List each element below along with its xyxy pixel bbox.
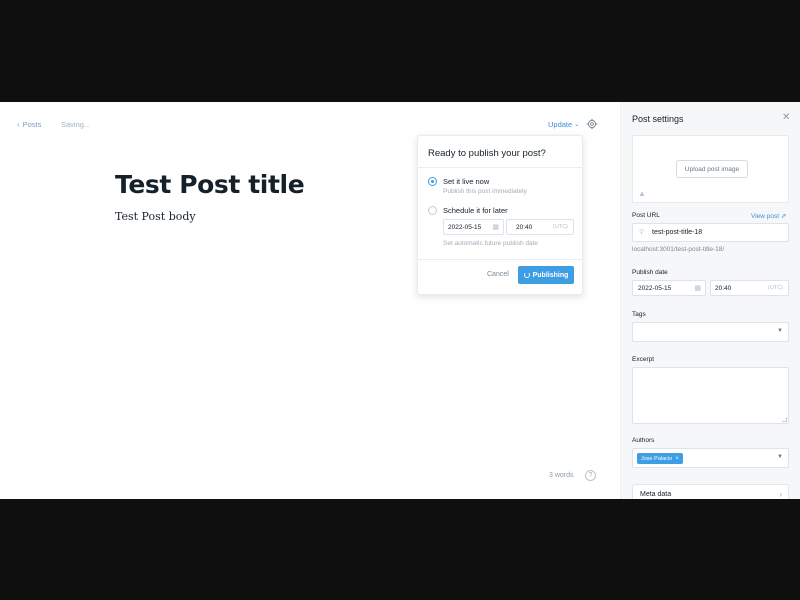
- image-icon[interactable]: ▲: [638, 189, 646, 198]
- publish-time-value: 20:40: [715, 285, 732, 292]
- publish-menu-title: Ready to publish your post?: [428, 148, 546, 159]
- post-title[interactable]: Test Post title: [115, 170, 305, 199]
- post-url-label: Post URL: [632, 212, 660, 219]
- view-post-link[interactable]: View post ⇗: [751, 212, 786, 220]
- authors-label: Authors: [632, 437, 655, 444]
- sidebar-title: Post settings: [632, 114, 684, 124]
- update-button-label: Update: [548, 120, 573, 129]
- letterbox-top: [0, 0, 800, 102]
- tags-label: Tags: [632, 311, 646, 318]
- save-status: Saving...: [61, 120, 91, 129]
- excerpt-textarea[interactable]: [632, 367, 789, 424]
- divider: [418, 167, 582, 168]
- meta-data-row[interactable]: Meta data ›: [632, 484, 789, 499]
- option-later-label[interactable]: Schedule it for later: [443, 206, 508, 215]
- radio-set-live-now[interactable]: [428, 177, 437, 186]
- tags-select[interactable]: ▼: [632, 322, 789, 342]
- letterbox-bottom: [0, 499, 800, 600]
- excerpt-label: Excerpt: [632, 356, 655, 363]
- chevron-right-icon: ›: [779, 490, 782, 499]
- publish-menu: Ready to publish your post? Set it live …: [417, 135, 583, 295]
- settings-toggle-gear-icon[interactable]: [586, 117, 598, 130]
- chevron-left-icon: ‹: [17, 120, 20, 129]
- back-to-posts-link[interactable]: ‹ Posts: [17, 120, 41, 129]
- schedule-time-value: 20:40: [516, 224, 533, 231]
- post-image-dropzone[interactable]: Upload post image ▲: [632, 135, 789, 203]
- calendar-icon: ▦: [694, 285, 701, 292]
- upload-post-image-button[interactable]: Upload post image: [676, 160, 748, 178]
- post-url-value: test-post-title-18: [652, 229, 703, 236]
- option-now-label[interactable]: Set it live now: [443, 177, 489, 186]
- publish-time-input[interactable]: 20:40 (UTC): [710, 280, 789, 296]
- schedule-date-value: 2022-05-15: [448, 224, 482, 231]
- back-link-label: Posts: [22, 120, 42, 129]
- meta-data-label: Meta data: [640, 491, 672, 498]
- word-count: 3 words: [549, 472, 574, 479]
- option-now-description: Publish this post immediately: [443, 188, 527, 195]
- timezone-label: (UTC): [768, 285, 783, 291]
- author-token-name: Jose Palacio: [641, 455, 673, 462]
- post-url-input[interactable]: ⚲ test-post-title-18: [632, 223, 789, 242]
- post-settings-sidebar: Post settings ✕ Upload post image ▲ Post…: [620, 102, 800, 499]
- timezone-label: (UTC): [553, 224, 568, 230]
- caret-down-icon: ▼: [777, 328, 783, 334]
- publish-date-label: Publish date: [632, 269, 668, 276]
- post-body[interactable]: Test Post body: [115, 210, 196, 223]
- publish-button[interactable]: Publishing: [518, 266, 574, 284]
- publish-button-label: Publishing: [532, 271, 569, 279]
- option-later-description: Set automatic future publish date: [443, 240, 539, 247]
- schedule-date-input[interactable]: 2022-05-15 ▦: [443, 219, 504, 235]
- post-editor-app: ‹ Posts Saving... Update ⌄ Test Post tit…: [0, 102, 800, 499]
- resize-handle-icon[interactable]: [782, 417, 787, 422]
- remove-author-icon[interactable]: ×: [675, 456, 679, 462]
- caret-down-icon: ▼: [777, 454, 783, 460]
- divider: [418, 259, 582, 260]
- author-token[interactable]: Jose Palacio ×: [637, 453, 683, 464]
- authors-select[interactable]: Jose Palacio × ▼: [632, 448, 789, 468]
- close-icon[interactable]: ✕: [782, 112, 790, 123]
- cancel-button[interactable]: Cancel: [487, 271, 509, 278]
- update-button[interactable]: Update ⌄: [548, 120, 579, 129]
- help-icon[interactable]: ?: [585, 470, 596, 481]
- post-url-preview: localhost:3001/test-post-title-18/: [632, 246, 725, 253]
- radio-schedule-later[interactable]: [428, 206, 437, 215]
- publish-date-value: 2022-05-15: [638, 285, 672, 292]
- link-icon: ⚲: [639, 229, 645, 236]
- chevron-down-icon: ⌄: [574, 122, 580, 128]
- calendar-icon: ▦: [492, 224, 499, 231]
- publish-date-input[interactable]: 2022-05-15 ▦: [632, 280, 706, 296]
- spinner-icon: [523, 272, 530, 278]
- schedule-time-input[interactable]: 20:40 (UTC): [506, 219, 574, 235]
